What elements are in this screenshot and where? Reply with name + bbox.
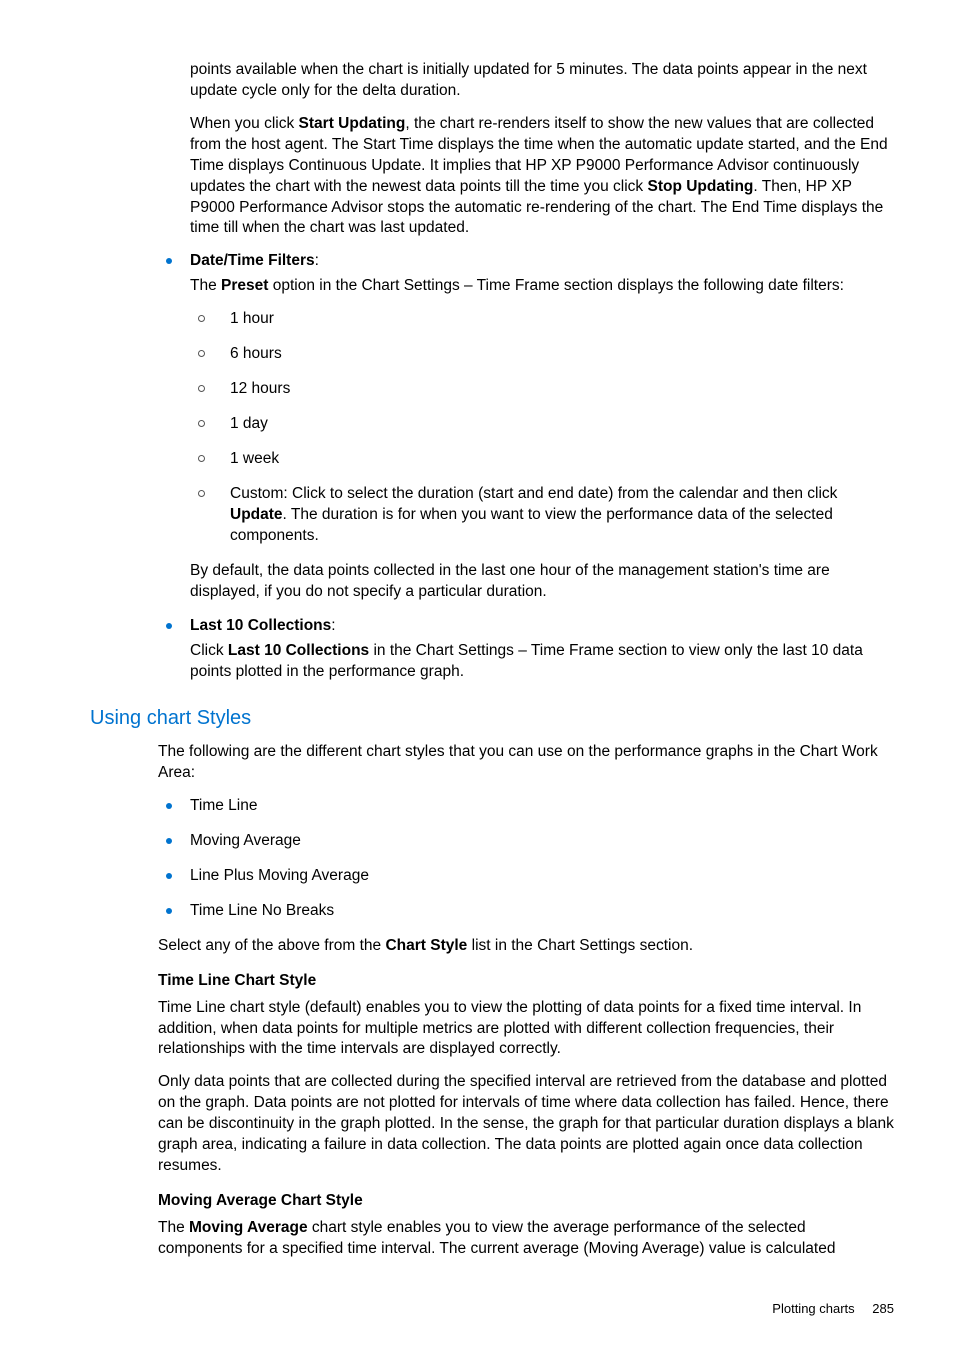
filter-1-week: 1 week — [190, 449, 894, 470]
primary-list: Date/Time Filters: The Preset option in … — [158, 251, 894, 683]
date-time-outro: By default, the data points collected in… — [190, 561, 894, 603]
style-time-line-no-breaks: Time Line No Breaks — [158, 901, 894, 922]
intro-para-1: points available when the chart is initi… — [190, 60, 894, 102]
styles-intro: The following are the different chart st… — [158, 742, 894, 784]
last-10-title: Last 10 Collections — [190, 617, 331, 634]
timeline-subhead: Time Line Chart Style — [158, 971, 894, 992]
footer-section-label: Plotting charts — [772, 1301, 854, 1316]
list-item-last-10: Last 10 Collections: Click Last 10 Colle… — [158, 616, 894, 683]
style-line-plus-moving-average: Line Plus Moving Average — [158, 866, 894, 887]
date-time-filters-title: Date/Time Filters — [190, 252, 315, 269]
filter-12-hours: 12 hours — [190, 379, 894, 400]
timeline-p1: Time Line chart style (default) enables … — [158, 998, 894, 1061]
chart-styles-body: The following are the different chart st… — [158, 742, 894, 1260]
update-label: Update — [230, 506, 283, 523]
start-updating-label: Start Updating — [299, 115, 406, 132]
list-item-date-time-filters: Date/Time Filters: The Preset option in … — [158, 251, 894, 602]
moving-avg-subhead: Moving Average Chart Style — [158, 1191, 894, 1212]
stop-updating-label: Stop Updating — [648, 178, 754, 195]
doc-page: points available when the chart is initi… — [0, 0, 954, 1357]
filter-1-day: 1 day — [190, 414, 894, 435]
filter-1-hour: 1 hour — [190, 309, 894, 330]
intro-block: points available when the chart is initi… — [190, 60, 894, 239]
preset-label: Preset — [221, 277, 268, 294]
date-filter-options: 1 hour 6 hours 12 hours 1 day 1 week Cus… — [190, 309, 894, 546]
filters-list-wrap: Date/Time Filters: The Preset option in … — [158, 251, 894, 683]
moving-avg-p1: The Moving Average chart style enables y… — [158, 1218, 894, 1260]
style-moving-average: Moving Average — [158, 831, 894, 852]
date-time-intro: The Preset option in the Chart Settings … — [190, 276, 894, 297]
last-10-body: Click Last 10 Collections in the Chart S… — [190, 641, 894, 683]
style-time-line: Time Line — [158, 796, 894, 817]
intro-para-2: When you click Start Updating, the chart… — [190, 114, 894, 240]
page-footer: Plotting charts 285 — [90, 1300, 894, 1318]
moving-average-label: Moving Average — [189, 1219, 308, 1236]
chart-style-list: Time Line Moving Average Line Plus Movin… — [158, 796, 894, 922]
select-style-text: Select any of the above from the Chart S… — [158, 936, 894, 957]
page-number: 285 — [872, 1301, 894, 1316]
filter-custom: Custom: Click to select the duration (st… — [190, 484, 894, 547]
using-chart-styles-heading: Using chart Styles — [90, 705, 894, 732]
chart-style-label: Chart Style — [385, 937, 467, 954]
last-10-collections-label: Last 10 Collections — [228, 642, 369, 659]
timeline-p2: Only data points that are collected duri… — [158, 1072, 894, 1177]
filter-6-hours: 6 hours — [190, 344, 894, 365]
